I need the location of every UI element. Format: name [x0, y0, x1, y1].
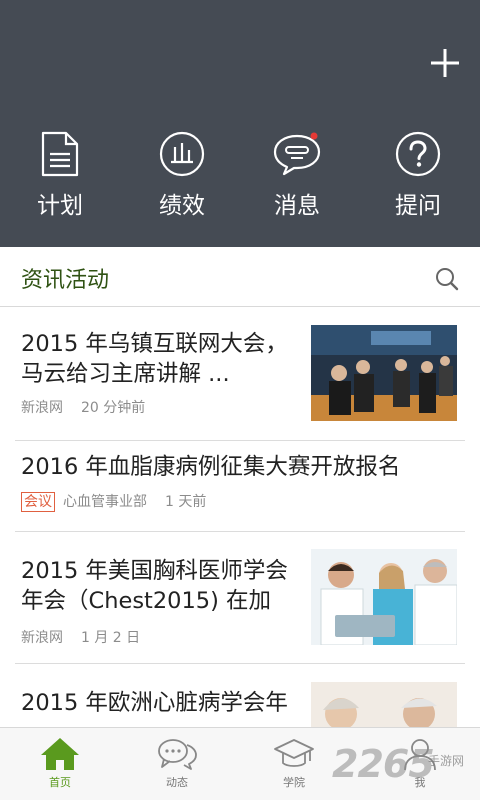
news-title-line: 2015 年乌镇互联网大会， [21, 331, 288, 357]
chat-bubbles-icon [158, 739, 197, 770]
performance-label: 绩效 [159, 193, 205, 219]
site-watermark: 2265 手游网 [332, 742, 480, 794]
news-title-line: 年会（Chest2015) 在加 [21, 588, 272, 614]
news-tag: 会议 [21, 492, 55, 512]
message-bubble-icon [273, 132, 321, 176]
news-time: 1 天前 [165, 494, 207, 510]
news-item[interactable]: 2015 年乌镇互联网大会， 马云给习主席讲解 ... 新浪网 20 分钟前 [15, 308, 465, 441]
tab-activity-label: 动态 [166, 776, 188, 789]
search-button[interactable] [434, 266, 460, 296]
news-title-line: 2016 年血脂康病例征集大赛开放报名 [21, 454, 401, 480]
news-time: 20 分钟前 [81, 400, 146, 416]
plan-document-icon [41, 131, 79, 177]
section-title: 资讯活动 [21, 268, 110, 293]
plus-icon [431, 49, 459, 77]
question-button[interactable]: 提问 [368, 130, 468, 230]
top-header: 计划 绩效 消息 提问 [0, 0, 480, 247]
news-item[interactable]: 2016 年血脂康病例征集大赛开放报名 会议 心血管事业部 1 天前 [15, 441, 465, 532]
message-button[interactable]: 消息 [247, 130, 347, 230]
question-mark-icon [395, 131, 441, 177]
news-title-line: 马云给习主席讲解 ... [21, 361, 230, 387]
news-meta: 新浪网 1 月 2 日 [21, 627, 158, 647]
unread-dot [310, 132, 318, 140]
news-time: 1 月 2 日 [81, 630, 141, 646]
section-header: 资讯活动 [0, 247, 480, 307]
news-thumbnail [311, 682, 457, 727]
news-title-line: 2015 年美国胸科医师学会 [21, 558, 288, 584]
home-icon [41, 738, 79, 770]
news-thumbnail [311, 325, 457, 421]
search-icon [436, 268, 459, 291]
news-meta: 会议 心血管事业部 1 天前 [21, 491, 224, 512]
plan-label: 计划 [37, 193, 83, 219]
news-item[interactable]: 2015 年欧洲心脏病学会年 [15, 664, 465, 727]
question-label: 提问 [395, 193, 441, 219]
news-source: 新浪网 [21, 400, 63, 416]
graduation-cap-icon [274, 739, 314, 767]
performance-chart-icon [159, 131, 205, 177]
news-thumbnail [311, 549, 457, 645]
plan-button[interactable]: 计划 [10, 130, 110, 230]
news-source: 心血管事业部 [63, 494, 147, 510]
news-source: 新浪网 [21, 630, 63, 646]
watermark-text: 手游网 [428, 754, 465, 768]
news-meta: 新浪网 20 分钟前 [21, 397, 163, 417]
tab-activity[interactable]: 动态 [117, 728, 237, 801]
tab-home[interactable]: 首页 [0, 728, 120, 801]
message-label: 消息 [274, 193, 320, 219]
tab-home-label: 首页 [49, 776, 71, 789]
performance-button[interactable]: 绩效 [132, 130, 232, 230]
news-title-line: 2015 年欧洲心脏病学会年 [21, 690, 288, 716]
add-button[interactable] [428, 46, 462, 80]
watermark-number: 2265 [332, 742, 435, 786]
news-item[interactable]: 2015 年美国胸科医师学会 年会（Chest2015) 在加 新浪网 1 月 2… [15, 532, 465, 664]
